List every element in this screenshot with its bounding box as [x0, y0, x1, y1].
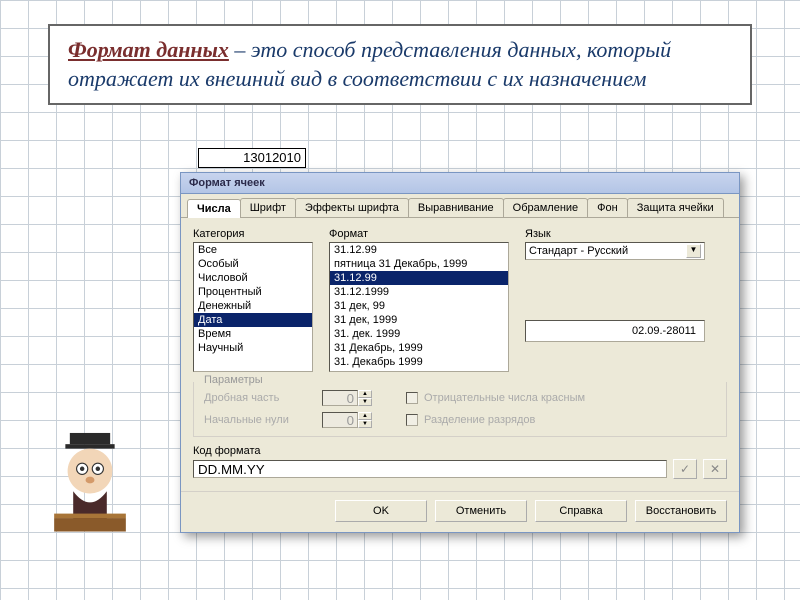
cancel-button[interactable]: Отменить	[435, 500, 527, 522]
list-item[interactable]: пятница 31 Декабрь, 1999	[330, 257, 508, 271]
category-listbox[interactable]: ВсеОсобыйЧисловойПроцентныйДенежныйДатаВ…	[193, 242, 313, 372]
list-item[interactable]: 31.12.1999	[330, 285, 508, 299]
thousands-checkbox[interactable]: Разделение разрядов	[406, 414, 535, 426]
list-item[interactable]: Денежный	[194, 299, 312, 313]
reset-button[interactable]: Восстановить	[635, 500, 727, 522]
preview-box: 02.09.-28011	[525, 320, 705, 342]
language-label: Язык	[525, 228, 705, 240]
negative-red-checkbox[interactable]: Отрицательные числа красным	[406, 392, 585, 404]
leading-label: Начальные нули	[204, 414, 304, 426]
list-item[interactable]: 31.12.99	[330, 243, 508, 257]
language-value: Стандарт - Русский	[529, 245, 628, 257]
decimal-spinner[interactable]: ▲▼	[322, 390, 372, 406]
heading-box: Формат данных – это способ представления…	[48, 24, 752, 105]
format-label: Формат	[329, 228, 509, 240]
list-item[interactable]: Числовой	[194, 271, 312, 285]
params-legend: Параметры	[200, 374, 267, 386]
list-item[interactable]: 31. Декабрь 1999	[330, 355, 508, 369]
arrow-up-icon[interactable]: ▲	[358, 412, 372, 420]
tab-0[interactable]: Числа	[187, 199, 241, 218]
params-group: Параметры Дробная часть ▲▼ Отрицательные…	[193, 382, 727, 437]
tabs-row: ЧислаШрифтЭффекты шрифтаВыравниваниеОбра…	[181, 194, 739, 218]
decimal-label: Дробная часть	[204, 392, 304, 404]
list-item[interactable]: Научный	[194, 341, 312, 355]
list-item[interactable]: 31.12.99	[330, 271, 508, 285]
list-item[interactable]: Процентный	[194, 285, 312, 299]
delete-icon[interactable]: ✕	[703, 459, 727, 479]
check-icon[interactable]: ✓	[673, 459, 697, 479]
tab-1[interactable]: Шрифт	[240, 198, 296, 217]
list-item[interactable]: Особый	[194, 257, 312, 271]
mascot-image	[34, 424, 146, 536]
language-select[interactable]: Стандарт - Русский ▼	[525, 242, 705, 260]
leading-input[interactable]	[322, 412, 358, 428]
list-item[interactable]: Дата	[194, 313, 312, 327]
list-item[interactable]: 31 дек, 1999	[330, 313, 508, 327]
list-item[interactable]: 31 Декабрь, 1999	[330, 341, 508, 355]
list-item[interactable]: Все	[194, 243, 312, 257]
list-item[interactable]: 31. дек. 1999	[330, 327, 508, 341]
list-item[interactable]: 31 дек, 99	[330, 299, 508, 313]
arrow-down-icon[interactable]: ▼	[358, 398, 372, 406]
tab-3[interactable]: Выравнивание	[408, 198, 504, 217]
cell-value: 13012010	[198, 148, 306, 168]
list-item[interactable]: Время	[194, 327, 312, 341]
decimal-input[interactable]	[322, 390, 358, 406]
thousands-label: Разделение разрядов	[424, 414, 535, 426]
format-cells-dialog: Формат ячеек ЧислаШрифтЭффекты шрифтаВыр…	[180, 172, 740, 533]
tab-6[interactable]: Защита ячейки	[627, 198, 724, 217]
heading-title: Формат данных	[68, 37, 229, 62]
chevron-down-icon[interactable]: ▼	[686, 244, 701, 258]
ok-button[interactable]: OK	[335, 500, 427, 522]
leading-spinner[interactable]: ▲▼	[322, 412, 372, 428]
tab-4[interactable]: Обрамление	[503, 198, 589, 217]
arrow-up-icon[interactable]: ▲	[358, 390, 372, 398]
format-listbox[interactable]: 31.12.99пятница 31 Декабрь, 199931.12.99…	[329, 242, 509, 372]
category-label: Категория	[193, 228, 313, 240]
dialog-title: Формат ячеек	[181, 173, 739, 194]
checkbox-icon	[406, 414, 418, 426]
tab-5[interactable]: Фон	[587, 198, 628, 217]
checkbox-icon	[406, 392, 418, 404]
format-code-label: Код формата	[193, 445, 727, 457]
arrow-down-icon[interactable]: ▼	[358, 420, 372, 428]
negative-red-label: Отрицательные числа красным	[424, 392, 585, 404]
tab-2[interactable]: Эффекты шрифта	[295, 198, 409, 217]
help-button[interactable]: Справка	[535, 500, 627, 522]
format-code-input[interactable]	[193, 460, 667, 478]
